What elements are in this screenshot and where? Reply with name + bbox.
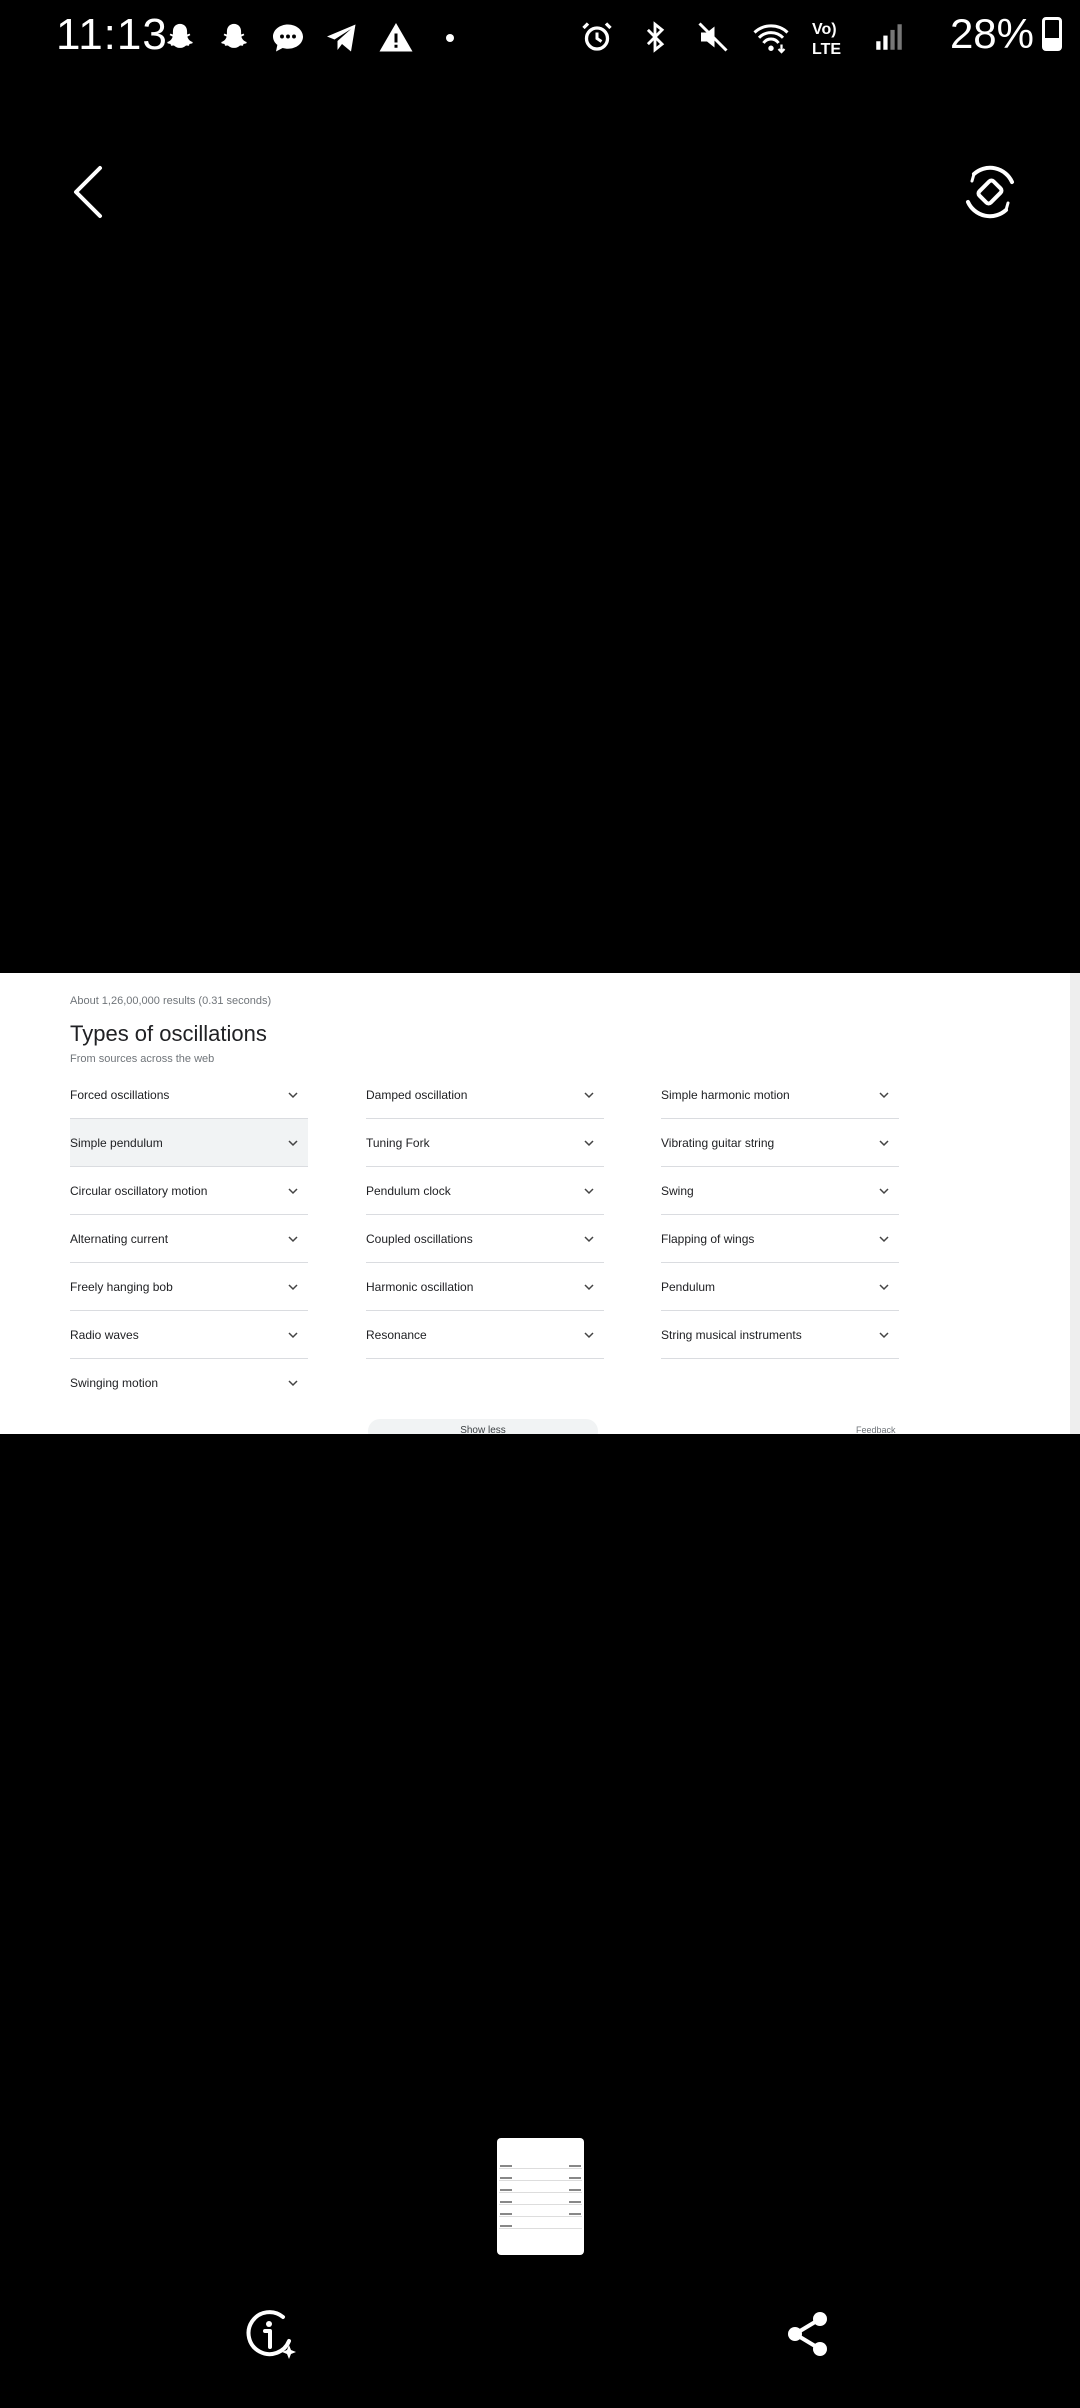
thumbnail-text [500, 2189, 512, 2191]
thumbnail-text [500, 2225, 512, 2227]
alarm-icon [576, 16, 618, 58]
thumbnail-row [499, 2216, 582, 2217]
volte-icon: Vo) LTE [808, 16, 852, 58]
rotate-screen-button[interactable] [960, 162, 1020, 222]
list-item[interactable]: String musical instruments [661, 1311, 899, 1359]
thumbnail-text [569, 2201, 581, 2203]
list-item[interactable]: Circular oscillatory motion [70, 1167, 308, 1215]
feedback-link[interactable]: Feedback [856, 1425, 896, 1434]
chevron-down-icon [288, 1283, 298, 1290]
chevron-down-icon [879, 1091, 889, 1098]
column-1: Forced oscillations Simple pendulum Circ… [70, 1071, 308, 1407]
list-item[interactable]: Pendulum clock [366, 1167, 604, 1215]
thumbnail-row [499, 2228, 582, 2229]
chevron-down-icon [584, 1283, 594, 1290]
list-item[interactable]: Forced oscillations [70, 1071, 308, 1119]
column-2: Damped oscillation Tuning Fork Pendulum … [366, 1071, 604, 1359]
thumbnail-text [500, 2213, 512, 2215]
chat-bubble-icon [268, 18, 308, 58]
list-item[interactable]: Harmonic oscillation [366, 1263, 604, 1311]
thumbnail-text [500, 2201, 512, 2203]
rotate-screen-icon [966, 165, 1014, 219]
thumbnail-row [499, 2168, 582, 2169]
chevron-down-icon [584, 1139, 594, 1146]
info-button[interactable] [243, 2307, 299, 2363]
chevron-down-icon [879, 1235, 889, 1242]
list-item[interactable]: Coupled oscillations [366, 1215, 604, 1263]
chevron-down-icon [288, 1235, 298, 1242]
thumbnail-text [500, 2177, 512, 2179]
thumbnail-text [569, 2189, 581, 2191]
share-button[interactable] [786, 2310, 830, 2358]
chevron-down-icon [584, 1331, 594, 1338]
battery-percent: 28% [949, 10, 1034, 57]
chevron-down-icon [879, 1283, 889, 1290]
chevron-down-icon [288, 1331, 298, 1338]
list-item[interactable]: Damped oscillation [366, 1071, 604, 1119]
screenshot-thumbnail[interactable] [497, 2138, 584, 2255]
section-title: Types of oscillations [70, 1021, 267, 1046]
chevron-down-icon [288, 1380, 298, 1387]
list-item[interactable]: Tuning Fork [366, 1119, 604, 1167]
chevron-down-icon [879, 1331, 889, 1338]
notification-icons [160, 18, 470, 58]
telegram-icon [322, 18, 362, 58]
thumbnail-text [500, 2165, 512, 2167]
snapchat-icon [160, 18, 200, 58]
chevron-down-icon [584, 1187, 594, 1194]
signal-icon [868, 16, 910, 58]
thumbnail-text [569, 2165, 581, 2167]
status-time: 11:13 [56, 10, 168, 59]
bluetooth-icon [634, 16, 676, 58]
list-item[interactable]: Pendulum [661, 1263, 899, 1311]
dot-icon [430, 18, 470, 58]
screenshot-viewer: 11:13 Vo) LTE 28% About 1,26,00,000 resu… [0, 0, 1080, 2408]
list-item[interactable]: Freely hanging bob [70, 1263, 308, 1311]
system-icons: Vo) LTE [576, 16, 910, 58]
chevron-down-icon [879, 1139, 889, 1146]
battery-icon [1042, 17, 1062, 51]
list-item[interactable]: Alternating current [70, 1215, 308, 1263]
scrollbar [1070, 973, 1080, 1434]
thumbnail-row [499, 2204, 582, 2205]
screenshot-preview[interactable]: About 1,26,00,000 results (0.31 seconds)… [0, 973, 1080, 1434]
share-icon [788, 2312, 827, 2356]
thumbnail-text [569, 2213, 581, 2215]
wifi-icon [750, 16, 792, 58]
chevron-down-icon [879, 1187, 889, 1194]
snapchat-icon [214, 18, 254, 58]
list-item[interactable]: Swing [661, 1167, 899, 1215]
chevron-down-icon [288, 1139, 298, 1146]
show-less-button[interactable]: Show less [368, 1419, 598, 1434]
list-item[interactable]: Resonance [366, 1311, 604, 1359]
svg-text:Vo): Vo) [812, 21, 837, 38]
list-item[interactable]: Vibrating guitar string [661, 1119, 899, 1167]
list-item[interactable]: Simple harmonic motion [661, 1071, 899, 1119]
thumbnail-row [499, 2192, 582, 2193]
result-count: About 1,26,00,000 results (0.31 seconds) [70, 995, 272, 1007]
mute-icon [692, 16, 734, 58]
warning-icon [376, 18, 416, 58]
chevron-down-icon [288, 1091, 298, 1098]
list-item[interactable]: Simple pendulum [70, 1119, 308, 1167]
chevron-down-icon [584, 1235, 594, 1242]
thumbnail-row [499, 2180, 582, 2181]
chevron-left-icon [74, 166, 102, 218]
back-button[interactable] [66, 162, 110, 222]
list-item[interactable]: Swinging motion [70, 1359, 308, 1407]
info-sparkle-icon [246, 2310, 296, 2359]
chevron-down-icon [584, 1091, 594, 1098]
thumbnail-text [569, 2177, 581, 2179]
section-subtitle: From sources across the web [70, 1053, 215, 1065]
list-item[interactable]: Flapping of wings [661, 1215, 899, 1263]
battery-indicator: 28% [950, 10, 1062, 58]
status-bar: 11:13 Vo) LTE 28% [0, 0, 1080, 72]
svg-text:LTE: LTE [812, 41, 841, 58]
list-item[interactable]: Radio waves [70, 1311, 308, 1359]
chevron-down-icon [288, 1187, 298, 1194]
column-3: Simple harmonic motion Vibrating guitar … [661, 1071, 899, 1359]
